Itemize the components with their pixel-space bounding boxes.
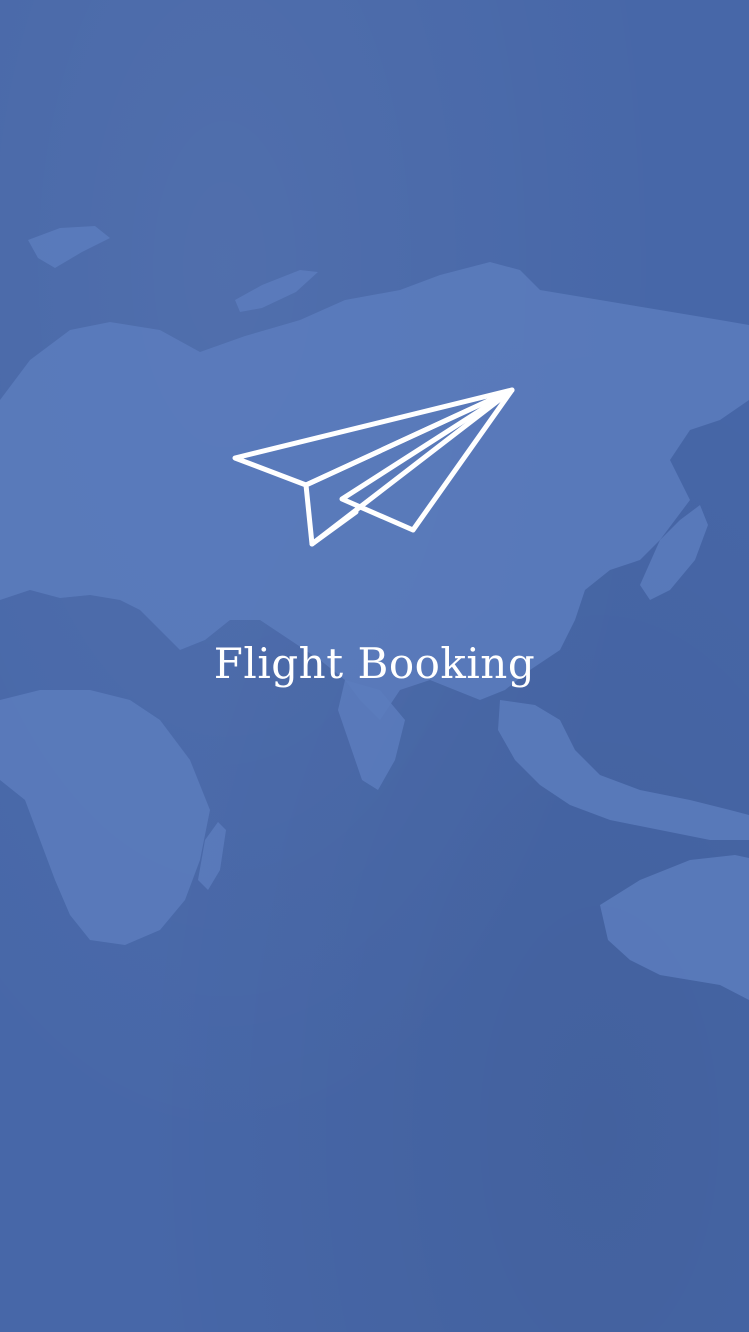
app-title: Flight Booking <box>213 639 536 688</box>
paper-plane-icon <box>232 387 515 547</box>
splash-screen: Flight Booking <box>0 0 749 1332</box>
